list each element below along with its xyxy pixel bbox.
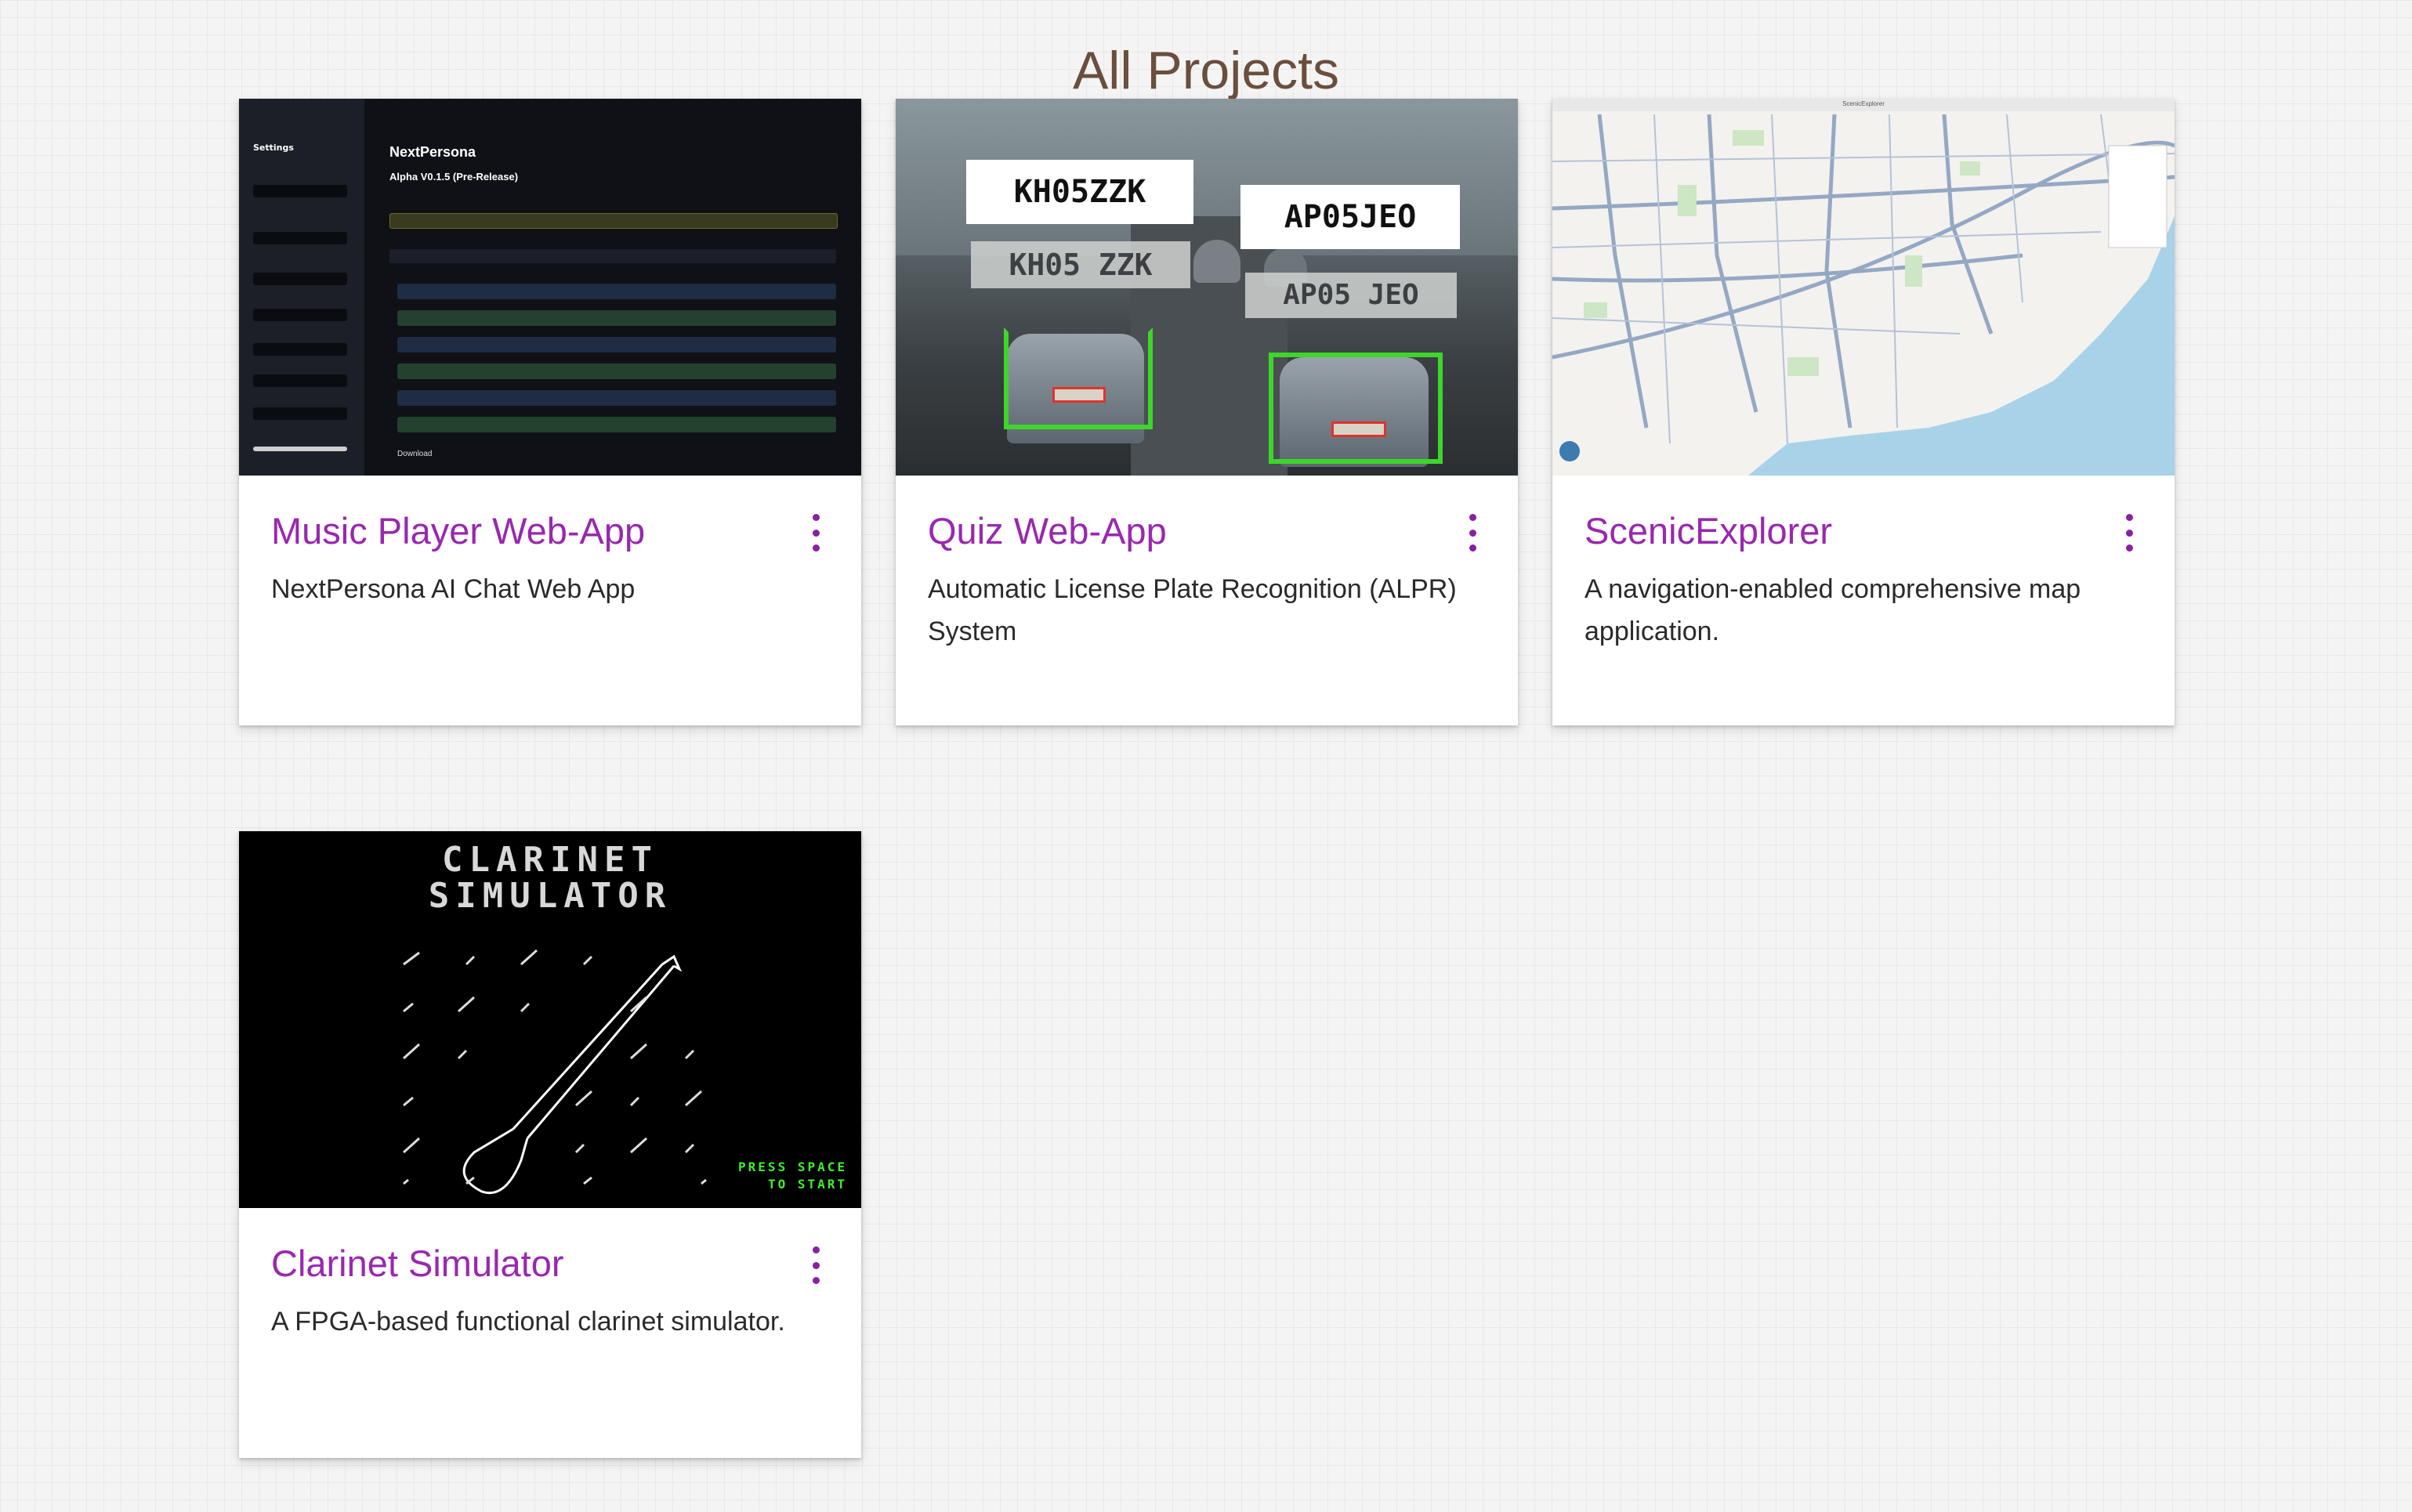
thumbnail-sidebar: Settings [239, 99, 364, 476]
detected-plate-label: AP05JEO [1240, 185, 1460, 249]
prompt-line-2: TO START [767, 1177, 847, 1192]
project-thumbnail[interactable]: KH05ZZK KH05 ZZK AP05JEO AP05 JEO [896, 99, 1518, 476]
clarinet-icon [402, 949, 707, 1194]
card-title[interactable]: Clarinet Simulator [271, 1242, 564, 1286]
map-window-title: ScenicExplorer [1842, 100, 1885, 107]
card-title[interactable]: Quiz Web-App [928, 509, 1167, 553]
project-card-quiz[interactable]: KH05ZZK KH05 ZZK AP05JEO AP05 JEO Quiz W… [896, 99, 1518, 725]
prompt-line-1: PRESS SPACE [738, 1159, 847, 1174]
plate-crop: KH05 ZZK [971, 241, 1190, 288]
project-thumbnail[interactable]: Settings NextPersona Alpha V0.1.5 (Pre-R… [239, 99, 861, 476]
card-title[interactable]: Music Player Web-App [271, 509, 645, 553]
card-title[interactable]: ScenicExplorer [1584, 509, 1832, 553]
thumbnail-app-name: NextPersona [389, 144, 476, 160]
project-card-clarinet[interactable]: CLARINET SIMULATOR PRESS SPACE TO START … [239, 831, 861, 1458]
map-image [1552, 99, 2175, 476]
card-description: Automatic License Plate Recognition (ALP… [928, 574, 1457, 646]
project-thumbnail[interactable]: CLARINET SIMULATOR PRESS SPACE TO START [239, 831, 861, 1208]
page-title: All Projects [1072, 40, 1340, 100]
card-description: A FPGA-based functional clarinet simulat… [271, 1307, 785, 1337]
more-vert-icon[interactable] [808, 509, 824, 556]
plate-crop: AP05 JEO [1245, 273, 1457, 318]
detected-plate-label: KH05ZZK [966, 160, 1193, 224]
card-description: A navigation-enabled comprehensive map a… [1584, 574, 2081, 646]
more-vert-icon[interactable] [808, 1242, 824, 1289]
more-vert-icon[interactable] [1465, 509, 1480, 556]
card-description: NextPersona AI Chat Web App [271, 574, 636, 604]
press-space-prompt: PRESS SPACE TO START [738, 1159, 847, 1193]
thumbnail-sidebar-heading: Settings [253, 143, 294, 153]
card-content: Music Player Web-App NextPersona AI Chat… [239, 476, 861, 725]
more-vert-icon[interactable] [2121, 509, 2137, 556]
project-thumbnail[interactable]: ScenicExplorer [1552, 99, 2175, 476]
project-card-music-player[interactable]: Settings NextPersona Alpha V0.1.5 (Pre-R… [239, 99, 861, 725]
card-content: Clarinet Simulator A FPGA-based function… [239, 1208, 861, 1458]
project-card-scenic-explorer[interactable]: ScenicExplorer ScenicExplorer A navigati… [1552, 99, 2175, 725]
card-content: ScenicExplorer A navigation-enabled comp… [1552, 476, 2175, 725]
card-content: Quiz Web-App Automatic License Plate Rec… [896, 476, 1518, 725]
thumbnail-version: Alpha V0.1.5 (Pre-Release) [389, 171, 519, 183]
thumbnail-download-label: Download [397, 450, 433, 458]
